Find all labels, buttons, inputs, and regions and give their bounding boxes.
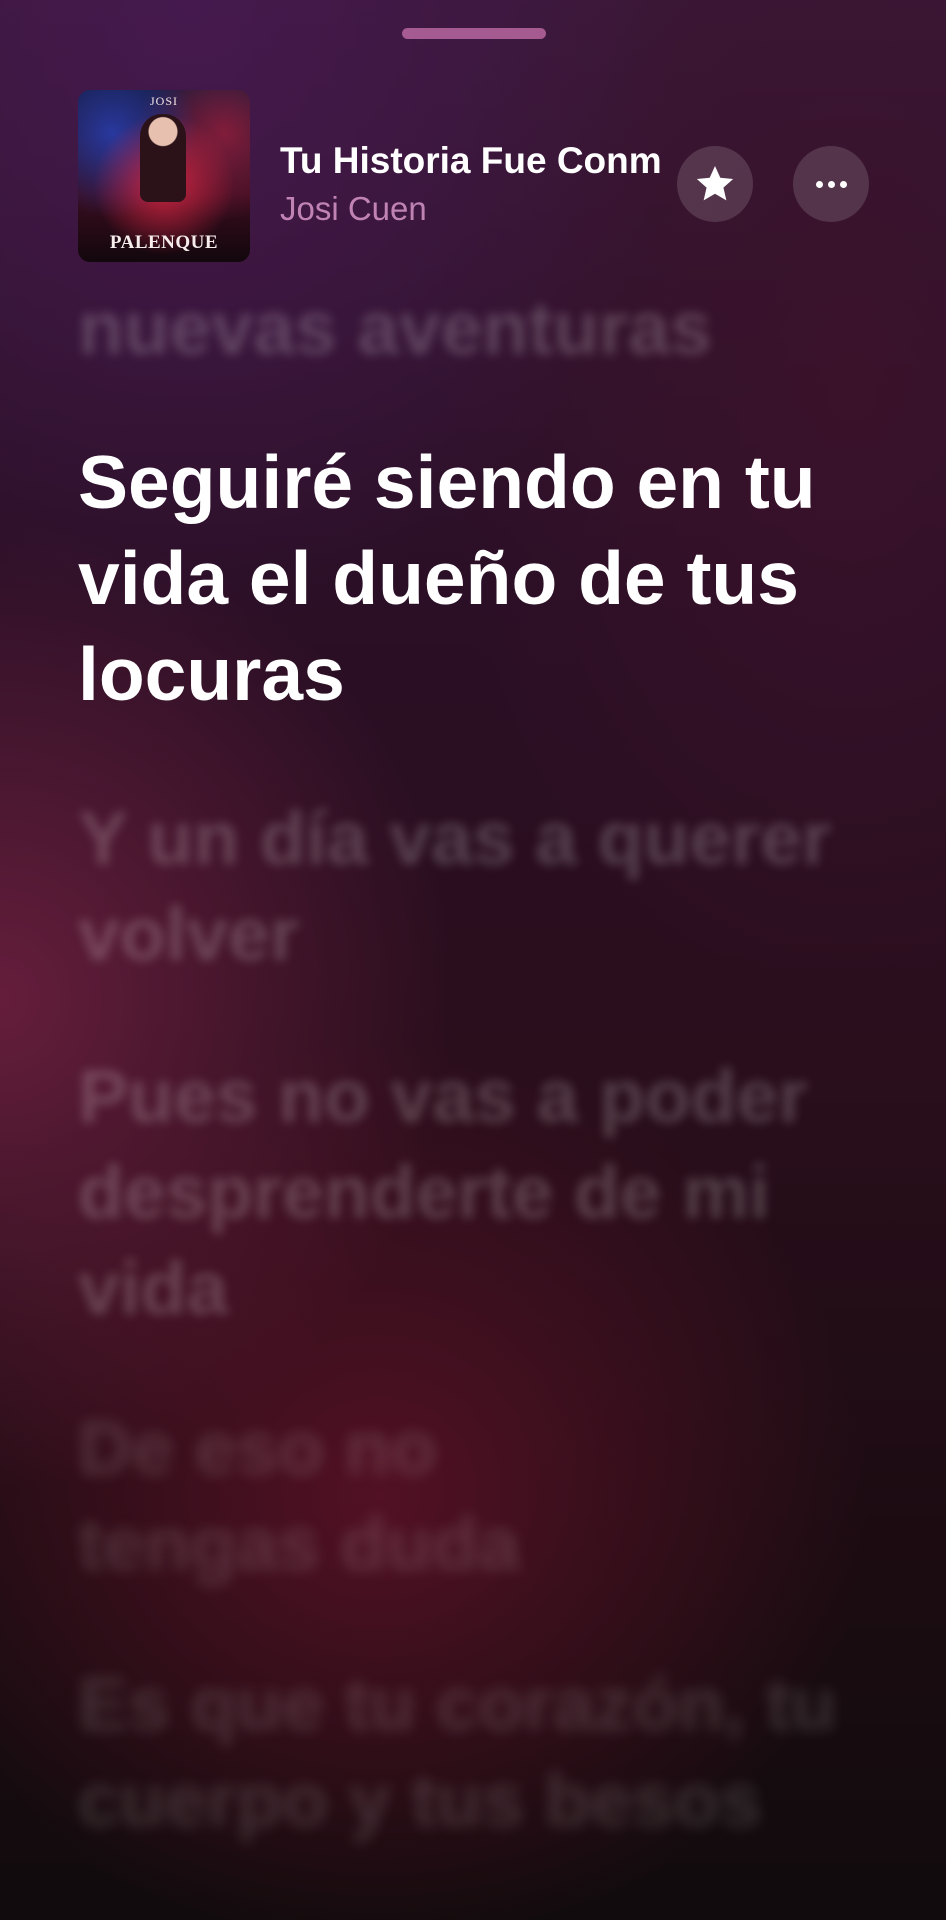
artwork-bottom-text: PALENQUE <box>109 232 219 253</box>
lyric-line-upcoming-4[interactable]: Es que tu corazón, tu cuerpo y tus besos <box>78 1656 878 1848</box>
now-playing-header: JOSI PALENQUE Tu Historia Fue Conmigo Jo… <box>0 0 946 280</box>
track-title[interactable]: Tu Historia Fue Conmigo <box>280 140 664 182</box>
star-icon <box>696 166 734 201</box>
artwork-top-text: JOSI <box>149 94 178 108</box>
lyric-line-upcoming-1[interactable]: Y un día vas a querer volver <box>78 790 878 982</box>
lyric-line-upcoming-3[interactable]: De eso no tengas duda <box>78 1400 638 1592</box>
lyric-line-current[interactable]: Seguiré siendo en tu vida el dueño de tu… <box>78 434 878 722</box>
lyric-line-previous[interactable]: nuevas aventuras <box>78 280 878 376</box>
more-options-button[interactable] <box>793 146 869 222</box>
ellipsis-icon <box>815 180 847 188</box>
artwork-figure <box>140 114 186 202</box>
track-artist[interactable]: Josi Cuen <box>280 190 427 228</box>
lyric-line-upcoming-2[interactable]: Pues no vas a poder desprenderte de mi v… <box>78 1048 878 1336</box>
favorite-button[interactable] <box>677 146 753 222</box>
album-artwork[interactable]: JOSI PALENQUE <box>78 90 250 262</box>
